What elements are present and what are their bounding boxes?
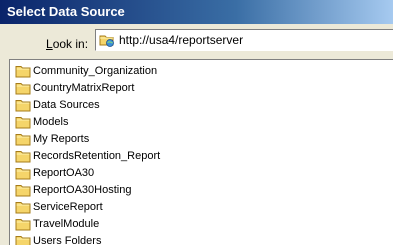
folder-icon xyxy=(15,100,31,112)
dialog-title: Select Data Source xyxy=(7,4,125,19)
list-item-label: CountryMatrixReport xyxy=(33,82,135,94)
folder-icon xyxy=(15,66,31,78)
list-item-label: TravelModule xyxy=(33,218,100,230)
folder-icon xyxy=(15,134,31,146)
folder-list[interactable]: Community_Organization CountryMatrixRepo… xyxy=(9,59,393,245)
list-item[interactable]: Users Folders xyxy=(15,233,101,245)
list-item-label: Models xyxy=(33,116,69,128)
list-item[interactable]: ReportOA30 xyxy=(15,165,94,181)
list-item[interactable]: Community_Organization xyxy=(15,63,157,79)
list-item-label: RecordsRetention_Report xyxy=(33,150,161,162)
folder-icon xyxy=(15,185,31,197)
list-item[interactable]: Models xyxy=(15,114,68,130)
list-item[interactable]: ReportOA30Hosting xyxy=(15,182,131,198)
folder-icon xyxy=(15,151,31,163)
list-item[interactable]: My Reports xyxy=(15,131,89,147)
look-in-path: http://usa4/reportserver xyxy=(119,33,244,47)
list-item[interactable]: CountryMatrixReport xyxy=(15,80,134,96)
list-item-label: Community_Organization xyxy=(33,65,158,77)
list-item-label: Data Sources xyxy=(33,99,100,111)
folder-icon xyxy=(15,168,31,180)
list-item-label: Users Folders xyxy=(33,235,102,245)
folder-icon xyxy=(15,219,31,231)
folder-icon xyxy=(15,83,31,95)
look-in-label: Look in: xyxy=(46,37,89,51)
list-item[interactable]: TravelModule xyxy=(15,216,99,232)
title-bar[interactable]: Select Data Source xyxy=(0,0,393,24)
list-item[interactable]: ServiceReport xyxy=(15,199,103,215)
list-item[interactable]: RecordsRetention_Report xyxy=(15,148,160,164)
folder-web-icon xyxy=(99,35,114,47)
list-item-label: ReportOA30Hosting xyxy=(33,184,132,196)
list-item-label: ServiceReport xyxy=(33,201,103,213)
folder-icon xyxy=(15,236,31,245)
list-item[interactable]: Data Sources xyxy=(15,97,100,113)
list-item-label: My Reports xyxy=(33,133,90,145)
folder-icon xyxy=(15,117,31,129)
list-item-label: ReportOA30 xyxy=(33,167,95,179)
folder-icon xyxy=(15,202,31,214)
look-in-combobox[interactable]: http://usa4/reportserver xyxy=(95,29,393,51)
